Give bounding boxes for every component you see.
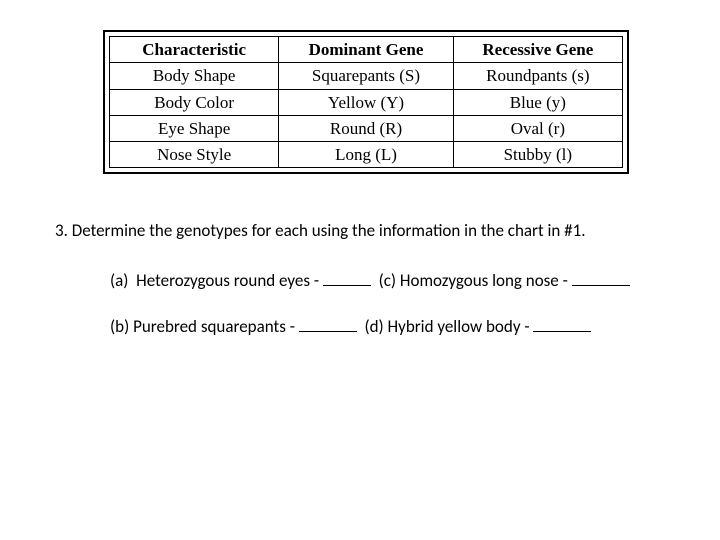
item-b-text: Purebred squarepants - [133, 316, 295, 337]
item-c-text: Homozygous long nose - [400, 270, 568, 291]
cell-dominant: Squarepants (S) [279, 63, 453, 89]
question-sub-items: (a) Heterozygous round eyes - (c) Homozy… [110, 269, 675, 339]
genetics-table-frame: Characteristic Dominant Gene Recessive G… [103, 30, 629, 174]
cell-dominant: Yellow (Y) [279, 89, 453, 115]
item-c-label: (c) [379, 270, 397, 291]
cell-recessive: Oval (r) [453, 115, 622, 141]
table-row: Body Color Yellow (Y) Blue (y) [110, 89, 623, 115]
page: Characteristic Dominant Gene Recessive G… [0, 0, 720, 540]
item-a-label: (a) [110, 270, 128, 291]
header-recessive-gene: Recessive Gene [453, 37, 622, 63]
item-d-text: Hybrid yellow body - [388, 316, 530, 337]
table-header-row: Characteristic Dominant Gene Recessive G… [110, 37, 623, 63]
item-b-label: (b) [110, 316, 129, 337]
table-row: Nose Style Long (L) Stubby (l) [110, 142, 623, 168]
cell-characteristic: Body Color [110, 89, 279, 115]
question-number: 3. [55, 220, 68, 241]
question-prompt: Determine the genotypes for each using t… [72, 220, 586, 241]
answer-blank-d[interactable] [533, 315, 591, 332]
table-row: Eye Shape Round (R) Oval (r) [110, 115, 623, 141]
header-characteristic: Characteristic [110, 37, 279, 63]
genetics-table: Characteristic Dominant Gene Recessive G… [109, 36, 623, 168]
answer-blank-b[interactable] [299, 315, 357, 332]
answer-blank-c[interactable] [572, 269, 630, 286]
question-3: 3. Determine the genotypes for each usin… [55, 220, 675, 361]
answer-blank-a[interactable] [323, 269, 371, 286]
sub-item-row-ac: (a) Heterozygous round eyes - (c) Homozy… [110, 269, 675, 293]
header-dominant-gene: Dominant Gene [279, 37, 453, 63]
item-a-text: Heterozygous round eyes - [136, 270, 319, 291]
cell-recessive: Roundpants (s) [453, 63, 622, 89]
cell-dominant: Round (R) [279, 115, 453, 141]
sub-item-row-bd: (b) Purebred squarepants - (d) Hybrid ye… [110, 315, 675, 339]
cell-characteristic: Body Shape [110, 63, 279, 89]
cell-recessive: Stubby (l) [453, 142, 622, 168]
cell-dominant: Long (L) [279, 142, 453, 168]
cell-characteristic: Nose Style [110, 142, 279, 168]
cell-recessive: Blue (y) [453, 89, 622, 115]
item-d-label: (d) [364, 316, 383, 337]
table-row: Body Shape Squarepants (S) Roundpants (s… [110, 63, 623, 89]
cell-characteristic: Eye Shape [110, 115, 279, 141]
